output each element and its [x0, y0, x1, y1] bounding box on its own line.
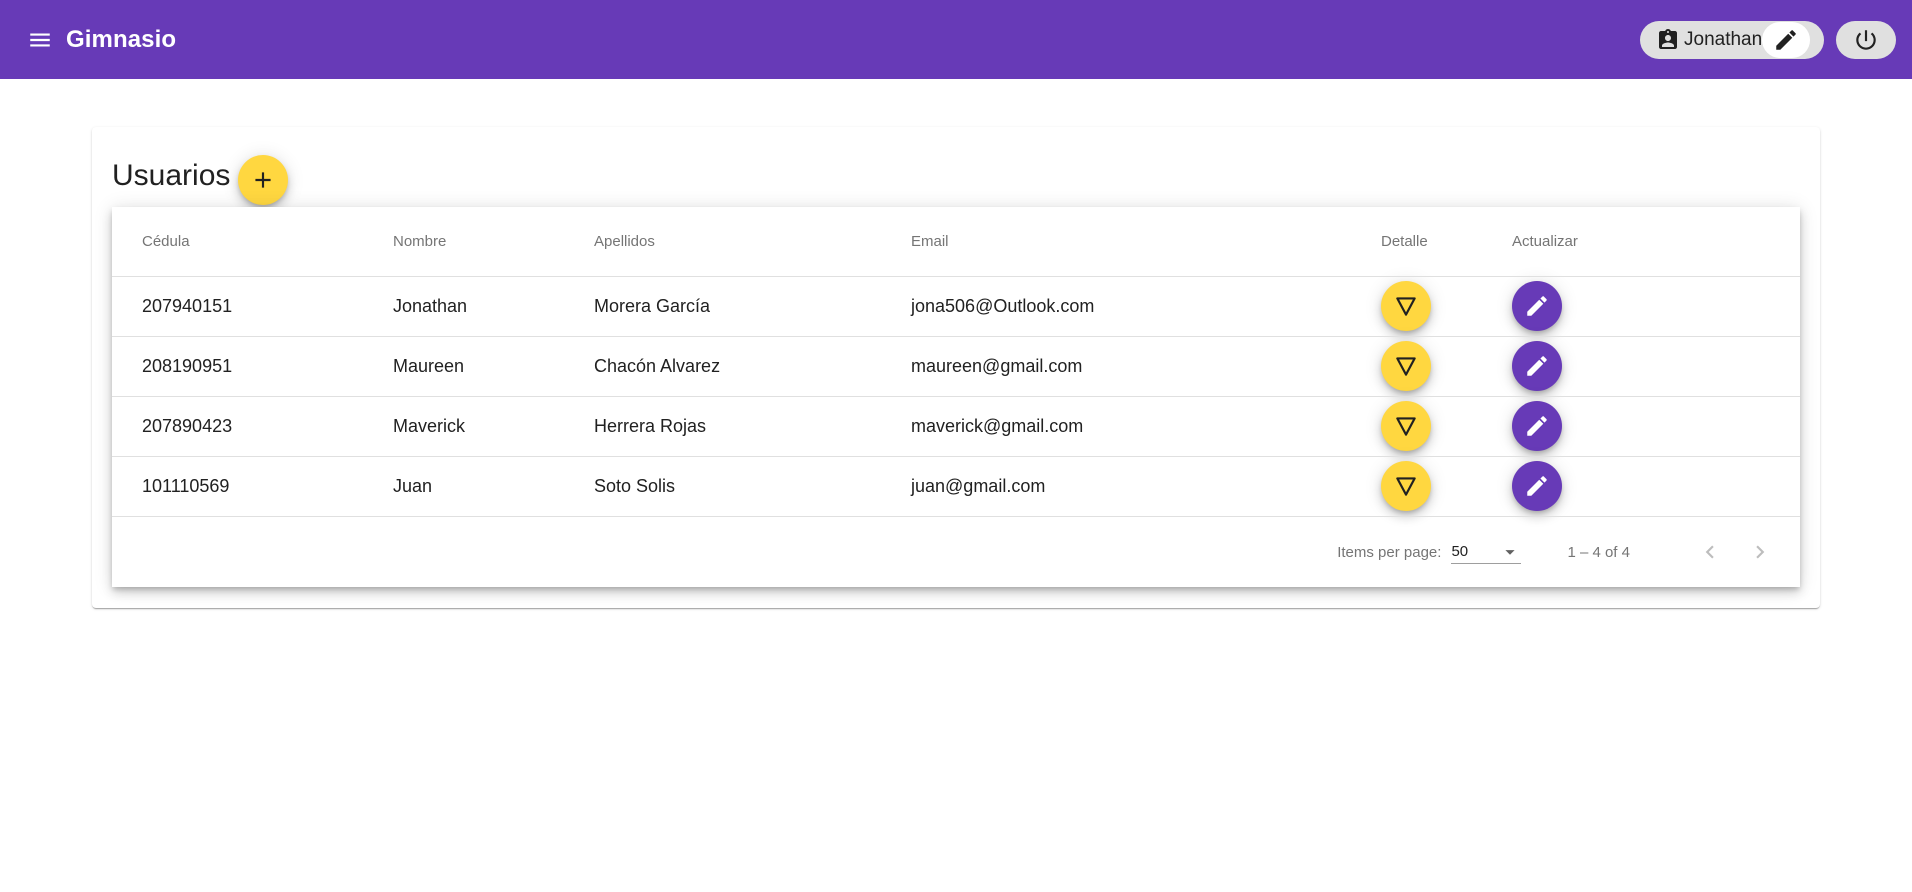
header-email[interactable]: Email — [911, 207, 1381, 277]
triangle-down-icon — [1396, 477, 1416, 496]
cell-cedula: 208190951 — [112, 336, 393, 397]
table-header-row: Cédula Nombre Apellidos Email Detalle Ac… — [112, 207, 1800, 277]
cell-apellidos: Soto Solis — [594, 456, 911, 517]
cell-nombre: Maureen — [393, 336, 594, 397]
triangle-down-icon — [1396, 357, 1416, 376]
pencil-icon — [1527, 416, 1547, 436]
detail-button[interactable] — [1381, 341, 1431, 391]
header-cedula[interactable]: Cédula — [112, 207, 393, 277]
cell-apellidos: Morera García — [594, 276, 911, 337]
cell-email: jona506@Outlook.com — [911, 276, 1381, 337]
header-nombre[interactable]: Nombre — [393, 207, 594, 277]
add-user-button[interactable] — [238, 155, 289, 205]
items-per-page-select[interactable]: 50 — [1451, 540, 1522, 564]
items-per-page-value: 50 — [1451, 543, 1469, 560]
edit-user-button[interactable] — [1512, 401, 1562, 451]
cell-email: maverick@gmail.com — [911, 396, 1381, 457]
previous-page-button[interactable] — [1690, 532, 1730, 572]
cell-actualizar — [1512, 456, 1800, 517]
plus-icon — [255, 172, 271, 188]
power-icon — [1856, 29, 1876, 50]
cell-actualizar — [1512, 336, 1800, 397]
table-row: 208190951 Maureen Chacón Alvarez maureen… — [112, 336, 1800, 397]
page-title: Usuarios — [112, 159, 231, 192]
cell-apellidos: Chacón Alvarez — [594, 336, 911, 397]
users-table-container: Cédula Nombre Apellidos Email Detalle Ac… — [112, 207, 1800, 587]
detail-button[interactable] — [1381, 461, 1431, 511]
table-row: 101110569 Juan Soto Solis juan@gmail.com — [112, 456, 1800, 517]
edit-profile-button[interactable] — [1762, 21, 1810, 58]
logout-button[interactable] — [1836, 20, 1896, 59]
page-range: 1 – 4 of 4 — [1567, 543, 1630, 561]
cell-nombre: Maverick — [393, 396, 594, 457]
cell-actualizar — [1512, 276, 1800, 337]
edit-user-button[interactable] — [1512, 341, 1562, 391]
detail-button[interactable] — [1381, 401, 1431, 451]
table-row: 207890423 Maverick Herrera Rojas maveric… — [112, 396, 1800, 457]
cell-nombre: Jonathan — [393, 276, 594, 337]
app-title: Gimnasio — [66, 25, 177, 53]
menu-button[interactable] — [24, 24, 56, 56]
menu-icon — [30, 33, 50, 46]
items-per-page-label: Items per page: — [1337, 543, 1442, 561]
next-page-button[interactable] — [1740, 532, 1780, 572]
card-header: Usuarios — [112, 147, 289, 205]
triangle-down-icon — [1396, 417, 1416, 436]
header-actualizar: Actualizar — [1512, 207, 1800, 277]
edit-user-button[interactable] — [1512, 461, 1562, 511]
cell-cedula: 101110569 — [112, 456, 393, 517]
cell-cedula: 207940151 — [112, 276, 393, 337]
cell-detalle — [1381, 276, 1512, 337]
cell-nombre: Juan — [393, 456, 594, 517]
cell-detalle — [1381, 396, 1512, 457]
cell-cedula: 207890423 — [112, 396, 393, 457]
table-row: 207940151 Jonathan Morera García jona506… — [112, 276, 1800, 337]
cell-email: juan@gmail.com — [911, 456, 1381, 517]
cell-apellidos: Herrera Rojas — [594, 396, 911, 457]
pencil-icon — [1527, 296, 1547, 316]
user-name: Jonathan — [1684, 28, 1763, 50]
app-toolbar: Gimnasio Jonathan — [0, 0, 1912, 79]
chevron-right-icon — [1756, 545, 1765, 559]
user-chip[interactable]: Jonathan — [1640, 20, 1824, 59]
header-detalle: Detalle — [1381, 207, 1512, 277]
users-table: Cédula Nombre Apellidos Email Detalle Ac… — [112, 207, 1800, 517]
triangle-down-icon — [1396, 297, 1416, 316]
edit-user-button[interactable] — [1512, 281, 1562, 331]
chevron-left-icon — [1705, 545, 1714, 559]
badge-icon — [1656, 28, 1680, 52]
pencil-icon — [1527, 476, 1547, 496]
cell-email: maureen@gmail.com — [911, 336, 1381, 397]
header-apellidos[interactable]: Apellidos — [594, 207, 911, 277]
paginator: Items per page: 50 1 – 4 of 4 — [112, 517, 1800, 587]
cell-detalle — [1381, 456, 1512, 517]
pencil-icon — [1527, 356, 1547, 376]
caret-down-icon — [1505, 549, 1516, 555]
detail-button[interactable] — [1381, 281, 1431, 331]
cell-detalle — [1381, 336, 1512, 397]
pencil-icon — [1776, 29, 1796, 50]
cell-actualizar — [1512, 396, 1800, 457]
